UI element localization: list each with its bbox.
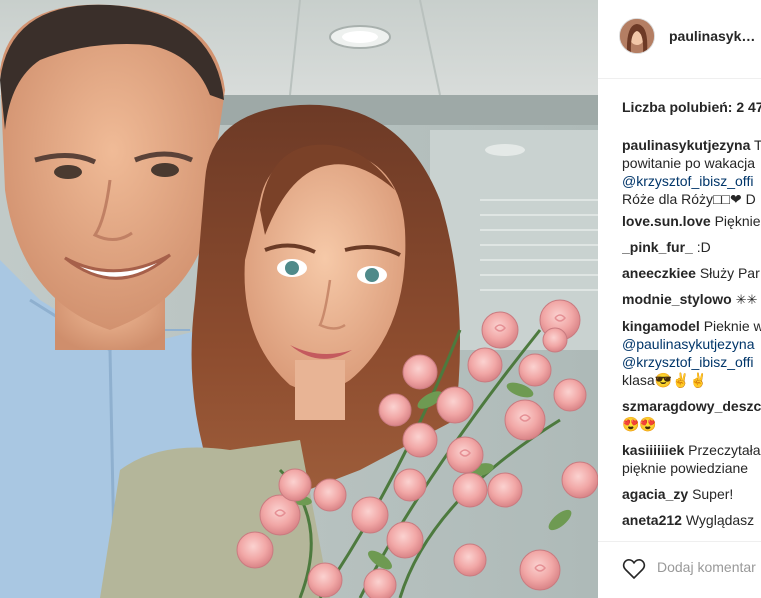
comment-username[interactable]: aneeczkiee <box>622 265 696 281</box>
avatar-image <box>620 19 654 53</box>
comment-username[interactable]: kasiiiiiiek <box>622 442 684 458</box>
comments-list: paulinasykutjezyna T powitanie po wakacj… <box>622 136 761 529</box>
comment-username[interactable]: aneta212 <box>622 512 682 528</box>
comment-item: aneta212 Wyglądasz <box>622 511 761 529</box>
comment-item: love.sun.love Pięknie <box>622 212 761 230</box>
selfie-image <box>0 0 598 598</box>
post-side-panel: paulinasyk… Liczba polubień: 2 47 paulin… <box>598 0 761 598</box>
comment-item: kasiiiiiiek Przeczytała pięknie powiedzi… <box>622 441 761 477</box>
comment-item: _pink_fur_ :D <box>622 238 761 256</box>
likes-count[interactable]: Liczba polubień: 2 47 <box>622 99 761 115</box>
comment-username[interactable]: modnie_stylowo <box>622 291 732 307</box>
comment-bar: Dodaj komentar <box>598 541 761 598</box>
comment-item: aneeczkiee Służy Par <box>622 264 761 282</box>
mention-link[interactable]: @krzysztof_ibisz_offi <box>622 172 761 190</box>
comment-item: modnie_stylowo ✳✳ <box>622 290 761 309</box>
sparkle-emoji: ✳✳ <box>735 292 758 307</box>
comment-text: powitanie po wakacja <box>622 155 756 171</box>
comment-username[interactable]: _pink_fur_ <box>622 239 693 255</box>
comment-item: szmaragdowy_deszc 😍😍 <box>622 397 761 433</box>
post-photo[interactable] <box>0 0 598 598</box>
comment-item: agacia_zy Super! <box>622 485 761 503</box>
comment-text: Pieknie w <box>703 318 761 334</box>
add-comment-input[interactable]: Dodaj komentar <box>657 559 756 575</box>
comment-item: paulinasykutjezyna T powitanie po wakacj… <box>622 136 761 208</box>
comment-username[interactable]: kingamodel <box>622 318 700 334</box>
heart-outline-icon[interactable] <box>622 558 646 580</box>
mention-link[interactable]: @krzysztof_ibisz_offi <box>622 353 761 371</box>
avatar[interactable] <box>619 18 655 54</box>
post-header: paulinasyk… <box>598 0 761 79</box>
comment-text: 😍😍 <box>622 416 657 432</box>
comment-username[interactable]: agacia_zy <box>622 486 688 502</box>
comment-text: Róże dla Róży□□❤ D <box>622 191 756 207</box>
comment-username[interactable]: paulinasykutjezyna <box>622 137 750 153</box>
comment-text: T <box>754 137 761 153</box>
comment-text: Służy Par <box>699 265 760 281</box>
comment-username[interactable]: szmaragdowy_deszc <box>622 398 761 414</box>
comment-item: kingamodel Pieknie w @paulinasykutjezyna… <box>622 317 761 389</box>
comment-text: Przeczytała <box>688 442 761 458</box>
comment-text: Super! <box>692 486 734 502</box>
comment-text: :D <box>696 239 711 255</box>
username-link[interactable]: paulinasyk… <box>669 28 759 44</box>
mention-link[interactable]: @paulinasykutjezyna <box>622 335 761 353</box>
comment-text: Pięknie <box>714 213 761 229</box>
comment-text: pięknie powiedziane <box>622 460 749 476</box>
comment-text: Wyglądasz <box>685 512 755 528</box>
comment-username[interactable]: love.sun.love <box>622 213 711 229</box>
comment-text: klasa😎✌✌ <box>622 372 707 388</box>
